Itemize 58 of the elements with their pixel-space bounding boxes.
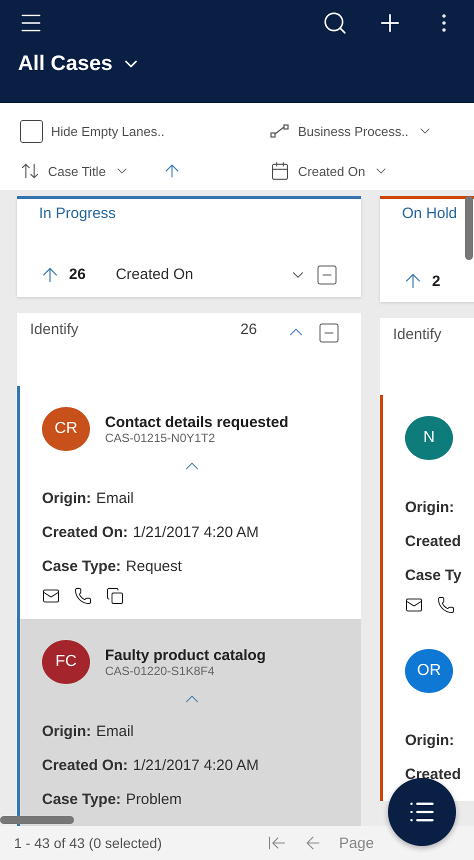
stage-name: Identify <box>393 326 442 343</box>
field-label: Origin: <box>405 732 454 748</box>
process-icon <box>270 124 290 138</box>
case-number: CAS-01215-N0Y1T2 <box>105 430 216 444</box>
avatar: N <box>405 416 453 460</box>
record-summary: 1 - 43 of 43 (0 selected) <box>14 835 163 851</box>
field-value: Email <box>96 490 134 506</box>
field-label: Created On: <box>42 524 128 540</box>
field-label: Case Ty <box>405 566 462 584</box>
date-field[interactable]: Created On <box>298 164 366 178</box>
lane-title: On Hold <box>402 205 458 222</box>
field-label: Origin: <box>42 490 92 506</box>
field-label: Created On: <box>42 756 128 774</box>
checkbox[interactable] <box>20 120 43 142</box>
mail-icon[interactable] <box>405 596 423 614</box>
case-title: Faulty product catalog <box>105 646 266 664</box>
field-label: Origin: <box>42 722 92 740</box>
lane-count: 2 <box>432 272 440 290</box>
document-icon[interactable] <box>106 587 124 605</box>
lane-sort-field[interactable]: Created On <box>116 266 194 284</box>
avatar: CR <box>42 407 90 451</box>
stage-count: 26 <box>240 320 257 338</box>
field-label: Case Type: <box>42 790 121 808</box>
field-value: 1/21/2017 4:20 AM <box>132 524 259 540</box>
field-value: Email <box>96 722 134 740</box>
minimize-icon[interactable] <box>317 320 341 345</box>
field-label: Case Type: <box>42 558 121 574</box>
stage-name: Identify <box>30 320 78 338</box>
sort-icon[interactable] <box>20 161 40 181</box>
case-card[interactable]: N Origin: Created Case Ty <box>380 395 474 628</box>
checkbox-label: Hide Empty Lanes.. <box>51 124 164 138</box>
sort-field[interactable]: Case Title <box>48 164 106 178</box>
field-value: Request <box>126 558 182 574</box>
avatar: FC <box>42 640 90 684</box>
mail-icon[interactable] <box>42 587 60 605</box>
scrollbar[interactable] <box>0 816 74 824</box>
phone-icon[interactable] <box>74 587 92 605</box>
case-card[interactable]: OR Origin: Created <box>380 628 474 801</box>
field-value: Problem <box>126 790 182 808</box>
avatar: OR <box>405 649 453 693</box>
collapse-icon[interactable] <box>315 262 339 287</box>
phone-icon[interactable] <box>437 596 455 614</box>
case-number: CAS-01220-S1K8F4 <box>105 664 216 678</box>
page-label: Page <box>338 834 374 852</box>
case-card[interactable]: CR Contact details requested CAS-01215-N0Y1T2 Origin: Email Created On: 1/21/2017 4:20 AM Case Type: Request <box>17 386 361 619</box>
process-selector[interactable]: Business Process.. <box>298 124 409 138</box>
field-label: Created <box>405 532 461 550</box>
field-label: Origin: <box>405 498 454 516</box>
view-title[interactable]: All Cases <box>18 52 113 76</box>
lane-title: In Progress <box>39 205 117 222</box>
field-value: 1/21/2017 4:20 AM <box>132 756 259 774</box>
search-icon[interactable] <box>322 10 348 36</box>
case-title: Contact details requested <box>105 414 288 430</box>
calendar-icon[interactable] <box>270 161 290 181</box>
case-card[interactable]: FC Faulty product catalog CAS-01220-S1K8F4 Origin: Email Created On: 1/21/2017 4:20 AM Case Type: Problem <box>17 619 361 826</box>
lane-count: 26 <box>69 266 86 284</box>
scrollbar[interactable] <box>465 196 473 260</box>
field-label: Created <box>405 766 461 782</box>
